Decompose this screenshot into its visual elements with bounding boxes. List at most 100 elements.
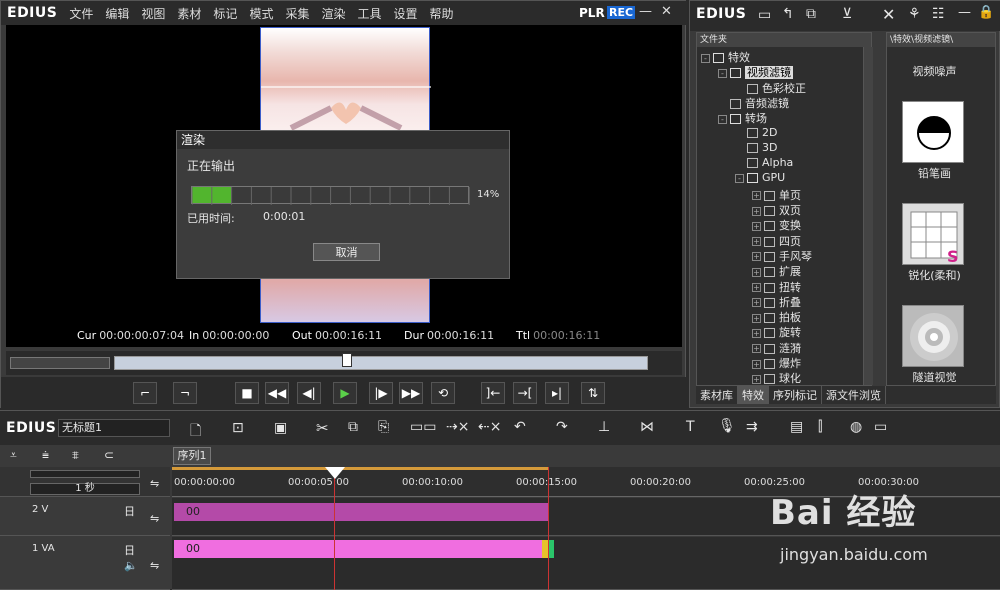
timescale-select[interactable]: 1 秒 [30, 483, 140, 495]
expand-icon[interactable]: + [752, 252, 761, 262]
track-tool-4-icon[interactable]: ⊂ [104, 448, 114, 462]
mixer-icon[interactable]: ⫿ [818, 419, 822, 435]
copy-icon[interactable]: ⧉ [348, 419, 358, 435]
expand-icon[interactable]: + [752, 359, 761, 369]
voiceover-icon[interactable]: 🎙 [718, 418, 736, 434]
track-lock-icon[interactable]: 日 [124, 542, 135, 558]
expand-icon[interactable]: + [752, 283, 761, 292]
lock-icon[interactable]: 🔒 [978, 5, 994, 20]
tab-sequence-markers[interactable]: 序列标记 [769, 386, 822, 404]
track-sync-icon[interactable]: ⇋ [150, 559, 159, 572]
step-back-icon[interactable]: ◀| [297, 382, 321, 404]
tree-node[interactable]: + 双页 [752, 202, 801, 218]
menu-edit[interactable]: 编辑 [99, 5, 135, 22]
tab-sequence[interactable]: 序列1 [173, 447, 211, 465]
replace-icon[interactable]: ▭▭ [410, 419, 436, 435]
tree-scrollbar[interactable] [863, 47, 873, 385]
tree-node[interactable]: + 四页 [752, 233, 801, 249]
expand-icon[interactable]: + [752, 344, 761, 354]
step-forward-icon[interactable]: |▶ [369, 382, 393, 404]
menu-settings[interactable]: 设置 [388, 5, 424, 22]
zoom-slider[interactable] [30, 470, 140, 478]
tree-node[interactable]: + 扭转 [752, 279, 801, 295]
shuttle-slider[interactable] [10, 357, 110, 369]
tree-node[interactable]: + 旋转 [752, 324, 801, 340]
menu-marker[interactable]: 标记 [207, 5, 243, 22]
close-icon[interactable]: ✕ [661, 4, 672, 19]
expand-icon[interactable]: - [718, 114, 727, 124]
open-icon[interactable]: ⊡ [232, 420, 244, 436]
undo-icon[interactable]: ↶ [514, 419, 526, 435]
paste-icon[interactable]: ⎘ [378, 419, 389, 435]
track-tool-3-icon[interactable]: ⩨ [72, 448, 79, 463]
thumb-pencil[interactable] [902, 101, 964, 163]
expand-icon[interactable]: + [752, 191, 761, 201]
track-header-2v[interactable]: 2 V 日 ⇋ [0, 498, 170, 536]
tree-node[interactable]: - 视频滤镜 [718, 64, 793, 80]
tree-icon[interactable]: ⧉ [806, 6, 816, 22]
rec-label[interactable]: REC [607, 6, 636, 19]
expand-icon[interactable]: - [735, 173, 744, 183]
properties-icon[interactable]: ⚘ [908, 6, 921, 22]
menu-clip[interactable]: 素材 [171, 5, 207, 22]
clip-2v[interactable]: 00 [174, 503, 548, 521]
keyboard-icon[interactable]: ▤ [790, 419, 803, 435]
expand-icon[interactable]: + [752, 206, 761, 216]
expand-icon[interactable]: + [752, 267, 761, 277]
tree-node[interactable]: + 爆炸 [752, 355, 801, 371]
set-in-icon[interactable]: ⌐ [133, 382, 157, 404]
view-mode-icon[interactable]: ☷ [932, 6, 945, 22]
tree-node[interactable]: + 涟漪 [752, 340, 801, 356]
cut-icon[interactable]: ✂ [316, 419, 329, 437]
menu-mode[interactable]: 模式 [243, 5, 279, 22]
title-icon[interactable]: T [686, 419, 695, 435]
tree-node[interactable]: + 单页 [752, 187, 801, 203]
tree-node[interactable]: 2D [735, 126, 777, 139]
expand-icon[interactable]: - [701, 53, 710, 63]
redo-icon[interactable]: ↷ [556, 419, 568, 435]
expand-icon[interactable]: - [718, 68, 727, 78]
expand-icon[interactable]: + [752, 221, 761, 231]
tree-node[interactable]: - 转场 [718, 110, 767, 126]
tab-effects[interactable]: 特效 [738, 386, 769, 404]
stop-icon[interactable]: ■ [235, 382, 259, 404]
up-folder-icon[interactable]: ↰ [782, 6, 794, 22]
tree-node[interactable]: Alpha [735, 156, 793, 169]
tree-node[interactable]: - GPU [735, 171, 785, 184]
layout-icon[interactable]: ▭ [874, 419, 887, 435]
playhead-handle[interactable] [325, 467, 345, 479]
menu-file[interactable]: 文件 [63, 5, 99, 22]
track-tool-1-icon[interactable]: ⩡ [10, 448, 17, 463]
color-icon[interactable]: ◍ [850, 419, 862, 435]
play-icon[interactable]: ▶ [333, 382, 357, 404]
track-sync-icon[interactable]: ⇋ [150, 512, 159, 525]
loop-icon[interactable]: ⟲ [431, 382, 455, 404]
expand-icon[interactable]: + [752, 328, 761, 338]
trim-icon[interactable]: ▸| [545, 382, 569, 404]
insert-icon[interactable]: ]← [481, 382, 505, 404]
tab-bin[interactable]: 素材库 [696, 386, 738, 404]
menu-render[interactable]: 渲染 [315, 5, 351, 22]
track-lock-icon[interactable]: 日 [124, 503, 135, 519]
tree-node[interactable]: + 折叠 [752, 294, 801, 310]
tree-node[interactable]: 色彩校正 [735, 80, 806, 96]
thumb-sharpen[interactable]: S [902, 203, 964, 266]
delete-clip-icon[interactable]: ⇢× [446, 419, 469, 435]
clip-1va[interactable]: 00 [174, 540, 542, 558]
ripple-delete-icon[interactable]: ⇠× [478, 419, 501, 435]
position-handle[interactable] [342, 353, 352, 367]
menu-tools[interactable]: 工具 [351, 5, 387, 22]
tree-node[interactable]: + 手风琴 [752, 248, 812, 264]
expand-icon[interactable]: + [752, 298, 761, 308]
new-icon[interactable]: 🗋 [190, 420, 201, 444]
plr-label[interactable]: PLR [579, 6, 605, 20]
expand-icon[interactable]: + [752, 237, 761, 247]
menu-view[interactable]: 视图 [135, 5, 171, 22]
folder-icon[interactable]: ▭ [758, 7, 771, 23]
thumb-tunnel[interactable] [902, 305, 964, 367]
timeline-playhead[interactable] [334, 467, 335, 590]
overwrite-icon[interactable]: →[ [513, 382, 537, 404]
position-bar[interactable] [114, 356, 648, 370]
set-out-icon[interactable]: ¬ [173, 382, 197, 404]
speaker-icon[interactable]: 🔈 [124, 559, 138, 572]
